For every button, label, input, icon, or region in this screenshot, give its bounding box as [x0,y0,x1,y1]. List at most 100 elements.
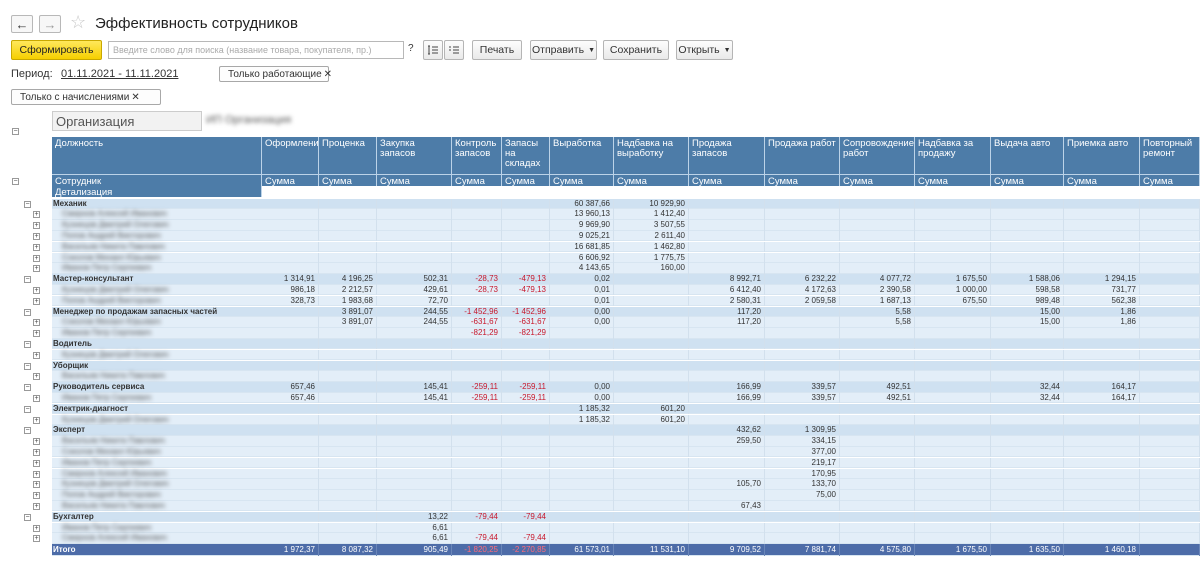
window-title: Эффективность сотрудников [95,15,298,32]
expand-row-icon[interactable]: + [33,535,40,543]
column-header: Продажа работ [765,137,840,174]
collapse-group-icon[interactable]: − [24,427,31,435]
expand-row-icon[interactable]: + [33,502,40,510]
only-working-filter[interactable]: Только работающие ✕ [219,66,332,82]
back-button[interactable]: ← [11,15,33,33]
collapse-group-icon[interactable]: − [24,200,31,208]
value-cell [377,414,452,426]
value-cell: 13 960,13 [550,209,614,220]
value-cell [319,209,377,220]
expand-row-icon[interactable]: + [33,297,40,305]
value-cell [452,457,502,469]
value-cell [1140,511,1200,523]
close-icon[interactable]: ✕ [324,69,332,80]
open-button[interactable]: Открыть ▼ [676,40,733,60]
expand-row-icon[interactable]: + [33,373,40,381]
collapse-group-icon[interactable]: − [24,405,31,413]
value-cell [502,414,550,426]
collapse-group-icon[interactable]: − [24,513,31,521]
value-cell [840,490,915,501]
expand-row-icon[interactable]: + [33,438,40,446]
collapse-level-icon[interactable]: − [12,178,19,185]
value-cell [840,457,915,469]
generate-button[interactable]: Сформировать [11,40,102,60]
value-cell [689,220,765,231]
value-cell [1140,274,1200,285]
expand-row-icon[interactable]: + [33,470,40,478]
expand-row-icon[interactable]: + [33,232,40,240]
value-cell: 657,46 [262,382,319,393]
expand-row-icon[interactable]: + [33,492,40,500]
expand-row-icon[interactable]: + [33,265,40,273]
value-cell [840,263,915,274]
expand-row-icon[interactable]: + [33,351,40,359]
value-cell [262,468,319,480]
row-label: Менеджер по продажам запасных частей [53,306,218,316]
value-cell [550,522,614,534]
value-cell: 562,38 [1064,295,1140,307]
period-link[interactable]: 01.11.2021 - 11.11.2021 [61,68,178,80]
employee-name: Попов Андрей Викторович [62,295,161,305]
expand-row-icon[interactable]: + [33,211,40,219]
value-cell [915,425,991,436]
expand-groups-icon[interactable] [423,40,443,60]
sum-header: Сумма [502,174,550,186]
value-cell [262,220,319,231]
collapse-all-icon[interactable]: − [12,128,19,135]
value-cell: 1,86 [1064,317,1140,328]
expand-row-icon[interactable]: + [33,330,40,338]
send-button[interactable]: Отправить ▼ [530,40,597,60]
value-cell [614,479,689,490]
value-cell [765,338,840,350]
expand-row-icon[interactable]: + [33,524,40,532]
value-cell [991,252,1064,264]
expand-row-icon[interactable]: + [33,448,40,456]
collapse-group-icon[interactable]: − [24,384,31,392]
value-cell [991,220,1064,231]
value-cell [614,317,689,328]
value-cell [840,241,915,253]
expand-row-icon[interactable]: + [33,243,40,251]
value-cell: 8 087,32 [319,544,377,557]
value-cell [1140,252,1200,264]
expand-row-icon[interactable]: + [33,481,40,489]
favorite-star-icon[interactable]: ☆ [70,12,86,33]
table-row: Соколов Михаил Юрьевич 377,00 [52,446,1200,458]
expand-row-icon[interactable]: + [33,254,40,262]
value-cell: 60 387,66 [550,198,614,210]
value-cell [1140,522,1200,534]
expand-row-icon[interactable]: + [33,319,40,327]
collapse-group-icon[interactable]: − [24,276,31,284]
collapse-group-icon[interactable]: − [24,308,31,316]
forward-button[interactable]: → [39,15,61,33]
collapse-groups-icon[interactable] [444,40,464,60]
print-button[interactable]: Печать [472,40,522,60]
value-cell [689,371,765,382]
expand-row-icon[interactable]: + [33,222,40,230]
value-cell: 9 969,90 [550,220,614,231]
search-input[interactable]: Введите слово для поиска (название товар… [108,41,404,59]
close-icon[interactable]: ✕ [131,92,139,103]
value-cell [915,317,991,328]
value-cell [614,511,689,523]
value-cell [452,425,502,436]
expand-row-icon[interactable]: + [33,286,40,294]
expand-row-icon[interactable]: + [33,459,40,467]
employee-name: Соколов Михаил Юрьевич [62,446,161,456]
collapse-group-icon[interactable]: − [24,340,31,348]
value-cell: 67,43 [689,500,765,512]
value-cell [502,230,550,242]
expand-row-icon[interactable]: + [33,416,40,424]
sum-header: Сумма [550,174,614,186]
only-accrued-filter[interactable]: Только с начислениями ✕ [11,89,161,105]
expand-row-icon[interactable]: + [33,394,40,402]
collapse-group-icon[interactable]: − [24,362,31,370]
value-cell [319,533,377,544]
save-button[interactable]: Сохранить [603,40,669,60]
value-cell [502,522,550,534]
help-icon[interactable]: ? [408,43,414,54]
value-cell [262,414,319,426]
value-cell [502,425,550,436]
value-cell: 4 172,63 [765,284,840,296]
value-cell [915,392,991,404]
